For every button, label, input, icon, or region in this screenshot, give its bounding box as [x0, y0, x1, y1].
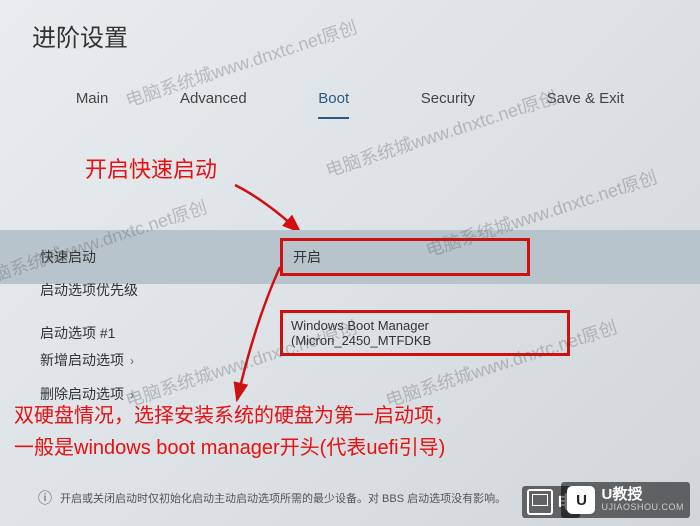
- logo-main-text: U教授: [601, 487, 684, 504]
- tab-save-exit[interactable]: Save & Exit: [547, 82, 625, 115]
- label-boot-priority: 启动选项优先级: [40, 280, 280, 300]
- tab-boot[interactable]: Boot: [318, 82, 349, 115]
- annotation-fastboot: 开启快速启动: [85, 152, 217, 184]
- value-fastboot[interactable]: 开启: [280, 238, 530, 276]
- monitor-icon: [527, 489, 553, 515]
- label-boot-option-1: 启动选项 #1: [40, 323, 280, 343]
- logo-u-badge: U: [567, 486, 595, 514]
- tab-bar: Main Advanced Boot Security Save & Exit: [0, 82, 700, 115]
- footer-help-text: ⓘ 开启或关闭启动时仅初始化启动主动启动选项所需的最少设备。对 BBS 启动选项…: [38, 488, 506, 508]
- logo-ujiaoshou: U U教授 UJIAOSHOU.COM: [561, 482, 690, 518]
- tab-main[interactable]: Main: [76, 82, 109, 115]
- label-fastboot: 快速启动: [40, 247, 280, 267]
- logo-sub-text: UJIAOSHOU.COM: [601, 503, 684, 513]
- chevron-right-icon: ›: [130, 354, 134, 368]
- annotation-dualdrive-line2: 一般是windows boot manager开头(代表uefi引导): [14, 432, 454, 464]
- row-new-boot-option[interactable]: 新增启动选项›: [0, 342, 700, 378]
- tab-advanced[interactable]: Advanced: [180, 82, 247, 115]
- tab-security[interactable]: Security: [421, 82, 475, 115]
- info-icon: ⓘ: [38, 488, 52, 508]
- annotation-dualdrive: 双硬盘情况，选择安装系统的硬盘为第一启动项， 一般是windows boot m…: [14, 400, 454, 464]
- label-new-boot-option: 新增启动选项›: [40, 350, 280, 370]
- page-title: 进阶设置: [32, 18, 128, 53]
- annotation-dualdrive-line1: 双硬盘情况，选择安装系统的硬盘为第一启动项，: [14, 400, 454, 432]
